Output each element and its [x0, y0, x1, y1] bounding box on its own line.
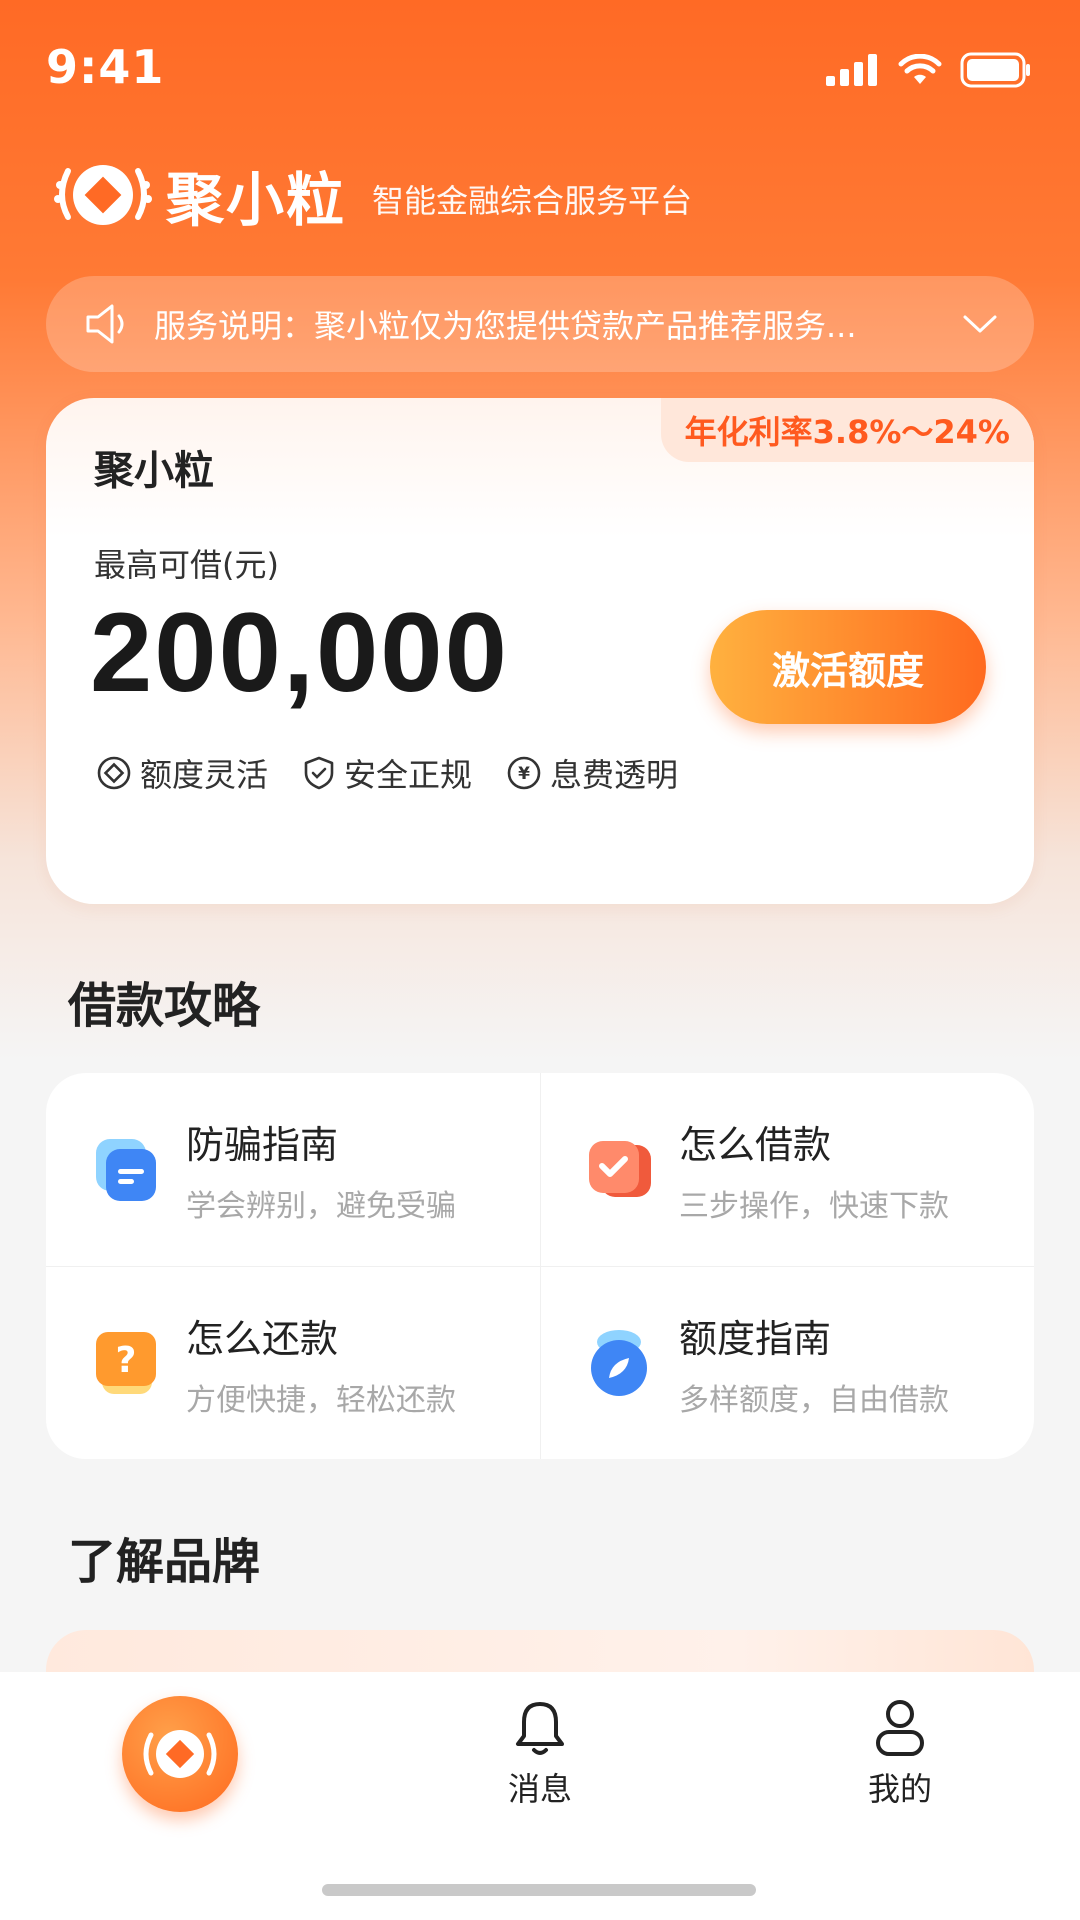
home-indicator — [322, 1884, 756, 1896]
checklist-icon — [589, 1140, 651, 1197]
guide-item-how-to-borrow[interactable]: 怎么借款 三步操作，快速下款 — [540, 1073, 1034, 1266]
guide-subtitle: 三步操作，快速下款 — [679, 1189, 949, 1224]
guide-subtitle: 方便快捷，轻松还款 — [186, 1382, 456, 1418]
max-amount: 200,000 — [90, 590, 509, 715]
user-icon — [876, 1700, 924, 1756]
guide-item-anti-fraud[interactable]: 防骗指南 学会辨别，避免受骗 — [46, 1073, 540, 1266]
activate-credit-button[interactable]: 激活额度 — [710, 610, 986, 724]
notice-text: 服务说明：聚小粒仅为您提供贷款产品推荐服务... — [154, 307, 857, 345]
card-title: 聚小粒 — [94, 448, 214, 494]
tab-home[interactable] — [122, 1696, 238, 1812]
guide-section-title: 借款攻略 — [68, 978, 261, 1034]
guide-subtitle: 学会辨别，避免受骗 — [186, 1189, 456, 1224]
guide-item-how-to-repay[interactable]: ? 怎么还款 方便快捷，轻松还款 — [46, 1266, 540, 1459]
amount-label: 最高可借(元) — [94, 546, 279, 584]
svg-text:¥: ¥ — [518, 764, 530, 784]
guide-title: 防骗指南 — [186, 1123, 339, 1167]
tab-profile[interactable]: 我的 — [840, 1698, 960, 1810]
tab-label: 我的 — [867, 1770, 932, 1808]
loan-card: 年化利率3.8%～24% 聚小粒 最高可借(元) 200,000 激活额度 额度… — [46, 398, 1034, 904]
feature-label: 额度灵活 — [140, 756, 269, 794]
signal-icon — [826, 54, 877, 86]
guide-text: 防骗指南 学会辨别，避免受骗 — [186, 1114, 456, 1225]
yen-circle-icon: ¥ — [507, 756, 541, 790]
guide-text: 怎么还款 方便快捷，轻松还款 — [186, 1308, 456, 1419]
guide-title: 怎么借款 — [679, 1123, 832, 1167]
battery-icon — [960, 52, 1030, 88]
guide-subtitle: 多样额度，自由借款 — [679, 1382, 949, 1418]
guide-title: 怎么还款 — [186, 1316, 339, 1361]
guide-grid: 防骗指南 学会辨别，避免受骗 怎么借款 三步操作，快速下款 ? 怎么还款 方便快… — [46, 1073, 1034, 1459]
brand-slogan: 智能金融综合服务平台 — [372, 182, 693, 220]
brand-name: 聚小粒 — [166, 166, 347, 234]
status-time: 9:41 — [46, 40, 165, 94]
tab-label: 消息 — [507, 1770, 572, 1808]
rate-tag: 年化利率3.8%～24% — [660, 398, 1034, 462]
feature-item: 安全正规 — [302, 750, 472, 796]
question-icon: ? — [96, 1332, 156, 1394]
service-notice-bar[interactable]: 服务说明：聚小粒仅为您提供贷款产品推荐服务... — [46, 276, 1034, 372]
feature-item: 额度灵活 — [96, 750, 268, 796]
document-icon — [96, 1138, 156, 1201]
shield-check-icon — [304, 756, 334, 790]
brand-header: 聚小粒 智能金融综合服务平台 — [48, 155, 692, 235]
chevron-down-icon[interactable] — [962, 313, 998, 335]
bell-icon — [516, 1702, 564, 1755]
brand-logo-icon — [48, 155, 158, 235]
brand-section-title: 了解品牌 — [68, 1534, 261, 1590]
feature-list: 额度灵活 安全正规 ¥ 息费透明 — [96, 750, 678, 796]
tab-messages[interactable]: 消息 — [480, 1698, 600, 1810]
diamond-circle-icon — [97, 756, 131, 790]
status-bar: 9:41 — [0, 0, 1080, 140]
status-icons — [826, 50, 1032, 90]
speaker-icon — [86, 304, 124, 344]
feature-item: ¥ 息费透明 — [506, 750, 678, 796]
svg-text:?: ? — [116, 1340, 137, 1381]
compass-icon — [591, 1330, 647, 1396]
home-logo-icon — [143, 1730, 217, 1778]
feature-label: 息费透明 — [550, 756, 679, 794]
guide-item-credit-guide[interactable]: 额度指南 多样额度，自由借款 — [540, 1266, 1034, 1459]
bottom-tab-bar: 消息 我的 — [0, 1672, 1080, 1920]
guide-text: 怎么借款 三步操作，快速下款 — [679, 1114, 949, 1225]
guide-title: 额度指南 — [679, 1316, 832, 1361]
guide-text: 额度指南 多样额度，自由借款 — [679, 1308, 949, 1419]
feature-label: 安全正规 — [344, 756, 473, 794]
wifi-icon — [898, 54, 942, 84]
